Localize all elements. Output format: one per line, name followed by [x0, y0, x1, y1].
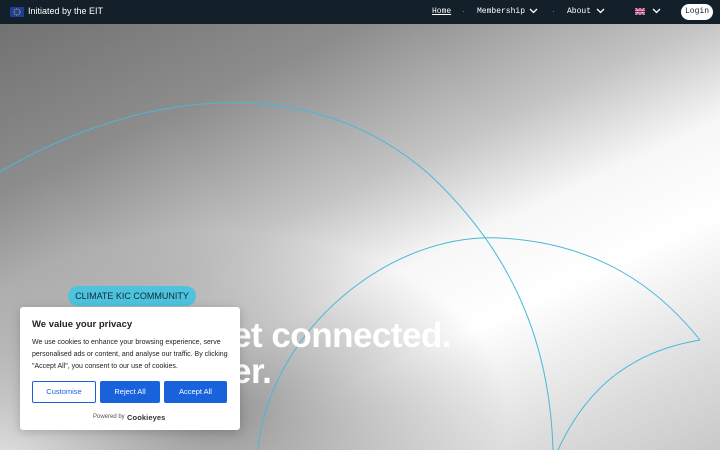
nav-separator: ·	[552, 7, 555, 16]
uk-flag-icon[interactable]	[635, 8, 645, 15]
cookie-consent-banner: We value your privacy We use cookies to …	[20, 307, 240, 430]
customise-button[interactable]: Customise	[32, 381, 96, 403]
chevron-down-icon[interactable]	[529, 8, 538, 14]
top-navigation-bar: Initiated by the EIT Home · Membership ·…	[0, 0, 720, 24]
headline-line-1: et connected.	[232, 316, 452, 355]
nav-membership-link[interactable]: Membership	[477, 7, 525, 16]
cookie-banner-description: We use cookies to enhance your browsing …	[32, 339, 228, 370]
reject-all-button[interactable]: Reject All	[100, 381, 160, 403]
cookieyes-logo[interactable]: Cookieyes	[127, 413, 165, 422]
language-chevron-down-icon[interactable]	[652, 8, 661, 14]
climate-kic-community-badge[interactable]: CLIMATE KIC COMMUNITY	[68, 286, 196, 306]
chevron-down-icon[interactable]	[596, 8, 605, 14]
nav-home-link[interactable]: Home	[432, 7, 451, 16]
login-button[interactable]: Login	[681, 4, 713, 20]
eit-initiative-label: Initiated by the EIT	[28, 6, 104, 16]
nav-about-link[interactable]: About	[567, 7, 591, 16]
cookie-banner-title: We value your privacy	[32, 319, 133, 330]
nav-separator: ·	[462, 7, 465, 16]
accept-all-button[interactable]: Accept All	[164, 381, 227, 403]
powered-by-label: Powered by	[93, 414, 125, 420]
eu-flag-icon	[10, 7, 24, 17]
